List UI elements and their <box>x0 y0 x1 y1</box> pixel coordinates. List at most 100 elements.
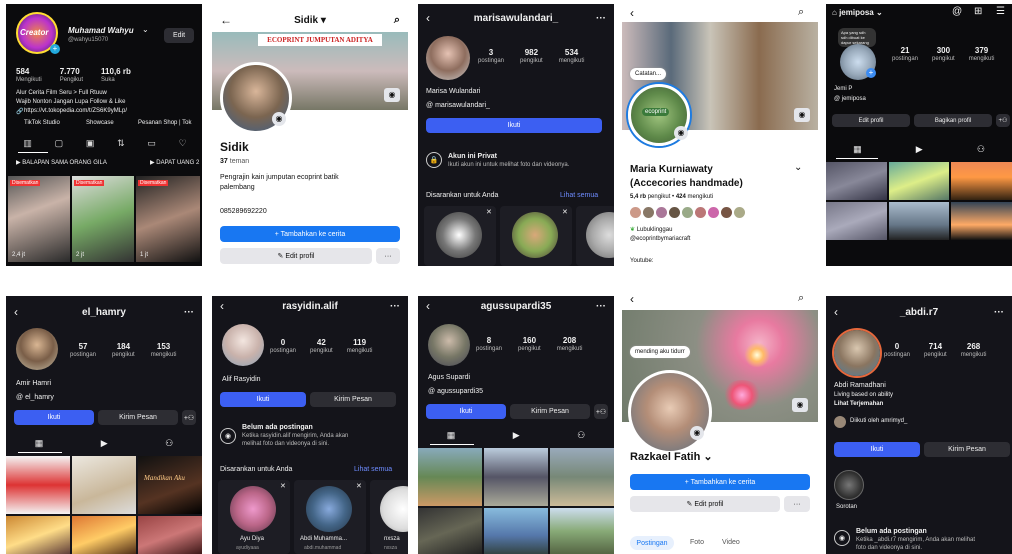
post-thumb[interactable] <box>484 508 548 554</box>
shop-orders-link[interactable]: Pesanan Shop | Tok <box>138 120 192 126</box>
follow-stats[interactable]: 5,4 rb pengikut • 424 mengikuti <box>630 194 713 200</box>
back-arrow-icon[interactable]: ← <box>220 13 232 27</box>
post-thumb[interactable] <box>888 202 950 240</box>
back-arrow-icon[interactable]: ‹ <box>834 305 838 319</box>
note-bubble[interactable]: mending aku tidurr <box>630 346 690 358</box>
stat-following[interactable]: 268 mengikuti <box>961 342 987 358</box>
grid-tab-icon[interactable]: ▦ <box>853 144 862 155</box>
threads-handle[interactable]: @ el_hamry <box>16 394 54 401</box>
add-icon[interactable]: + <box>50 44 60 54</box>
add-story-icon[interactable]: + <box>866 68 876 78</box>
post-thumb[interactable] <box>6 456 70 514</box>
message-button[interactable]: Kirim Pesan <box>510 404 590 419</box>
reels-tab-icon[interactable]: ▶ <box>916 144 923 155</box>
post-thumb[interactable] <box>826 202 887 240</box>
chevron-down-icon[interactable]: ▾ <box>318 15 326 26</box>
more-icon[interactable]: ··· <box>184 307 194 318</box>
stat-following[interactable]: 208 mengikuti <box>557 336 583 352</box>
camera-icon[interactable]: ◉ <box>272 112 286 126</box>
friends-count[interactable]: 37 teman <box>220 158 249 165</box>
post-thumb[interactable] <box>418 508 482 554</box>
dismiss-icon[interactable]: ✕ <box>280 482 286 490</box>
highlight-circle[interactable] <box>834 470 864 500</box>
tiktok-studio-link[interactable]: TikTok Studio <box>24 120 60 126</box>
post-thumb[interactable] <box>550 508 614 554</box>
post-thumb[interactable] <box>138 516 202 554</box>
showcase-link[interactable]: Showcase <box>86 120 114 126</box>
tab-videos[interactable]: Video <box>722 539 740 546</box>
profile-avatar[interactable] <box>16 328 58 370</box>
instagram-link[interactable]: @ecoprintbymariacraft <box>630 236 690 242</box>
profile-avatar[interactable] <box>834 330 880 376</box>
tab-posts[interactable]: Postingan <box>630 536 674 550</box>
reels-tab-icon[interactable]: ▶ <box>513 430 520 441</box>
add-story-button[interactable]: + Tambahkan ke cerita <box>630 474 810 490</box>
more-icon[interactable]: ··· <box>596 301 606 312</box>
message-button[interactable]: Kirim Pesan <box>924 442 1010 457</box>
edit-profile-button[interactable]: ✎ Edit profil <box>630 496 780 512</box>
stat-following[interactable]: 584 Mengikuti <box>16 67 42 83</box>
post-thumb[interactable] <box>72 456 136 514</box>
suggestion-avatar[interactable] <box>306 486 352 532</box>
grid-tab-icon[interactable]: ▦ <box>447 430 456 441</box>
playlist-1[interactable]: ▶ BALAPAN SAMA ORANG GILA <box>16 159 107 166</box>
grid-tab-icon[interactable]: ▥ <box>23 138 32 149</box>
stat-followers[interactable]: 184 pengikut <box>112 342 135 358</box>
post-thumb[interactable] <box>888 162 950 200</box>
post-thumb[interactable] <box>6 516 70 554</box>
header-title[interactable]: ⌂ jemiposa ⌄ <box>832 8 883 17</box>
stat-followers[interactable]: 714 pengikut <box>924 342 947 358</box>
follow-button[interactable]: Ikuti <box>426 118 602 133</box>
back-arrow-icon[interactable]: ‹ <box>630 292 634 306</box>
dismiss-icon[interactable]: ✕ <box>486 208 492 216</box>
stat-likes[interactable]: 110,6 rb Suka <box>101 67 131 83</box>
follow-button[interactable]: Ikuti <box>220 392 306 407</box>
add-friend-icon[interactable]: +⚇ <box>594 404 608 419</box>
post-thumb[interactable] <box>951 162 1012 200</box>
repost-tab-icon[interactable]: ⇅ <box>117 138 125 149</box>
stat-followers[interactable]: 7.770 Pengikut <box>60 67 83 83</box>
see-translation-link[interactable]: Lihat Terjemahan <box>834 401 883 407</box>
shop-tab-icon[interactable]: ▢ <box>55 138 64 149</box>
post-thumb[interactable] <box>72 516 136 554</box>
more-icon[interactable]: ··· <box>390 301 400 312</box>
threads-handle[interactable]: @ agussupardi35 <box>428 388 483 395</box>
tab-photos[interactable]: Foto <box>690 539 704 546</box>
friend-avatars-row[interactable] <box>630 207 745 218</box>
menu-icon[interactable]: ☰ <box>996 6 1005 17</box>
suggestion-avatar[interactable] <box>230 486 276 532</box>
stat-following[interactable]: 153 mengikuti <box>151 342 177 358</box>
followed-by[interactable]: Diikuti oleh amrimyd_ <box>850 418 907 424</box>
back-arrow-icon[interactable]: ‹ <box>426 11 430 25</box>
threads-handle[interactable]: @ marisawulandari_ <box>426 102 490 109</box>
follow-button[interactable]: Ikuti <box>14 410 94 425</box>
see-all-link[interactable]: Lihat semua <box>560 192 598 199</box>
stat-followers[interactable]: 160 pengikut <box>518 336 541 352</box>
stat-followers[interactable]: 982 pengikut <box>520 48 543 64</box>
post-thumb[interactable] <box>826 162 887 200</box>
add-icon[interactable]: ⊞ <box>974 6 982 17</box>
add-friend-icon[interactable]: +⚇ <box>182 410 196 425</box>
camera-icon[interactable]: ◉ <box>690 426 704 440</box>
lock-tab-icon[interactable]: ▣ <box>86 138 95 149</box>
back-arrow-icon[interactable]: ‹ <box>14 305 18 319</box>
video-thumb-3[interactable] <box>136 176 200 262</box>
suggestion-avatar[interactable] <box>436 212 482 258</box>
more-button[interactable]: ··· <box>376 248 400 264</box>
profile-avatar[interactable] <box>428 324 470 366</box>
share-profile-button[interactable]: Bagikan profil <box>914 114 992 127</box>
edit-button[interactable]: Edit <box>164 28 194 43</box>
stat-followers[interactable]: 300 pengikut <box>932 46 955 62</box>
follow-button[interactable]: Ikuti <box>426 404 506 419</box>
chevron-down-icon[interactable]: ⌄ <box>794 162 802 173</box>
video-thumb-1[interactable] <box>8 176 70 262</box>
phone-number[interactable]: 085289692220 <box>220 208 267 215</box>
add-friend-icon[interactable]: +⚇ <box>996 114 1010 127</box>
cover-camera-icon[interactable]: ◉ <box>384 88 400 102</box>
more-icon[interactable]: ··· <box>994 307 1004 318</box>
search-icon[interactable]: ⌕ <box>798 292 804 305</box>
back-arrow-icon[interactable]: ‹ <box>630 6 634 20</box>
reels-tab-icon[interactable]: ▶ <box>101 438 108 449</box>
suggestion-avatar[interactable] <box>512 212 558 258</box>
back-arrow-icon[interactable]: ‹ <box>426 299 430 313</box>
